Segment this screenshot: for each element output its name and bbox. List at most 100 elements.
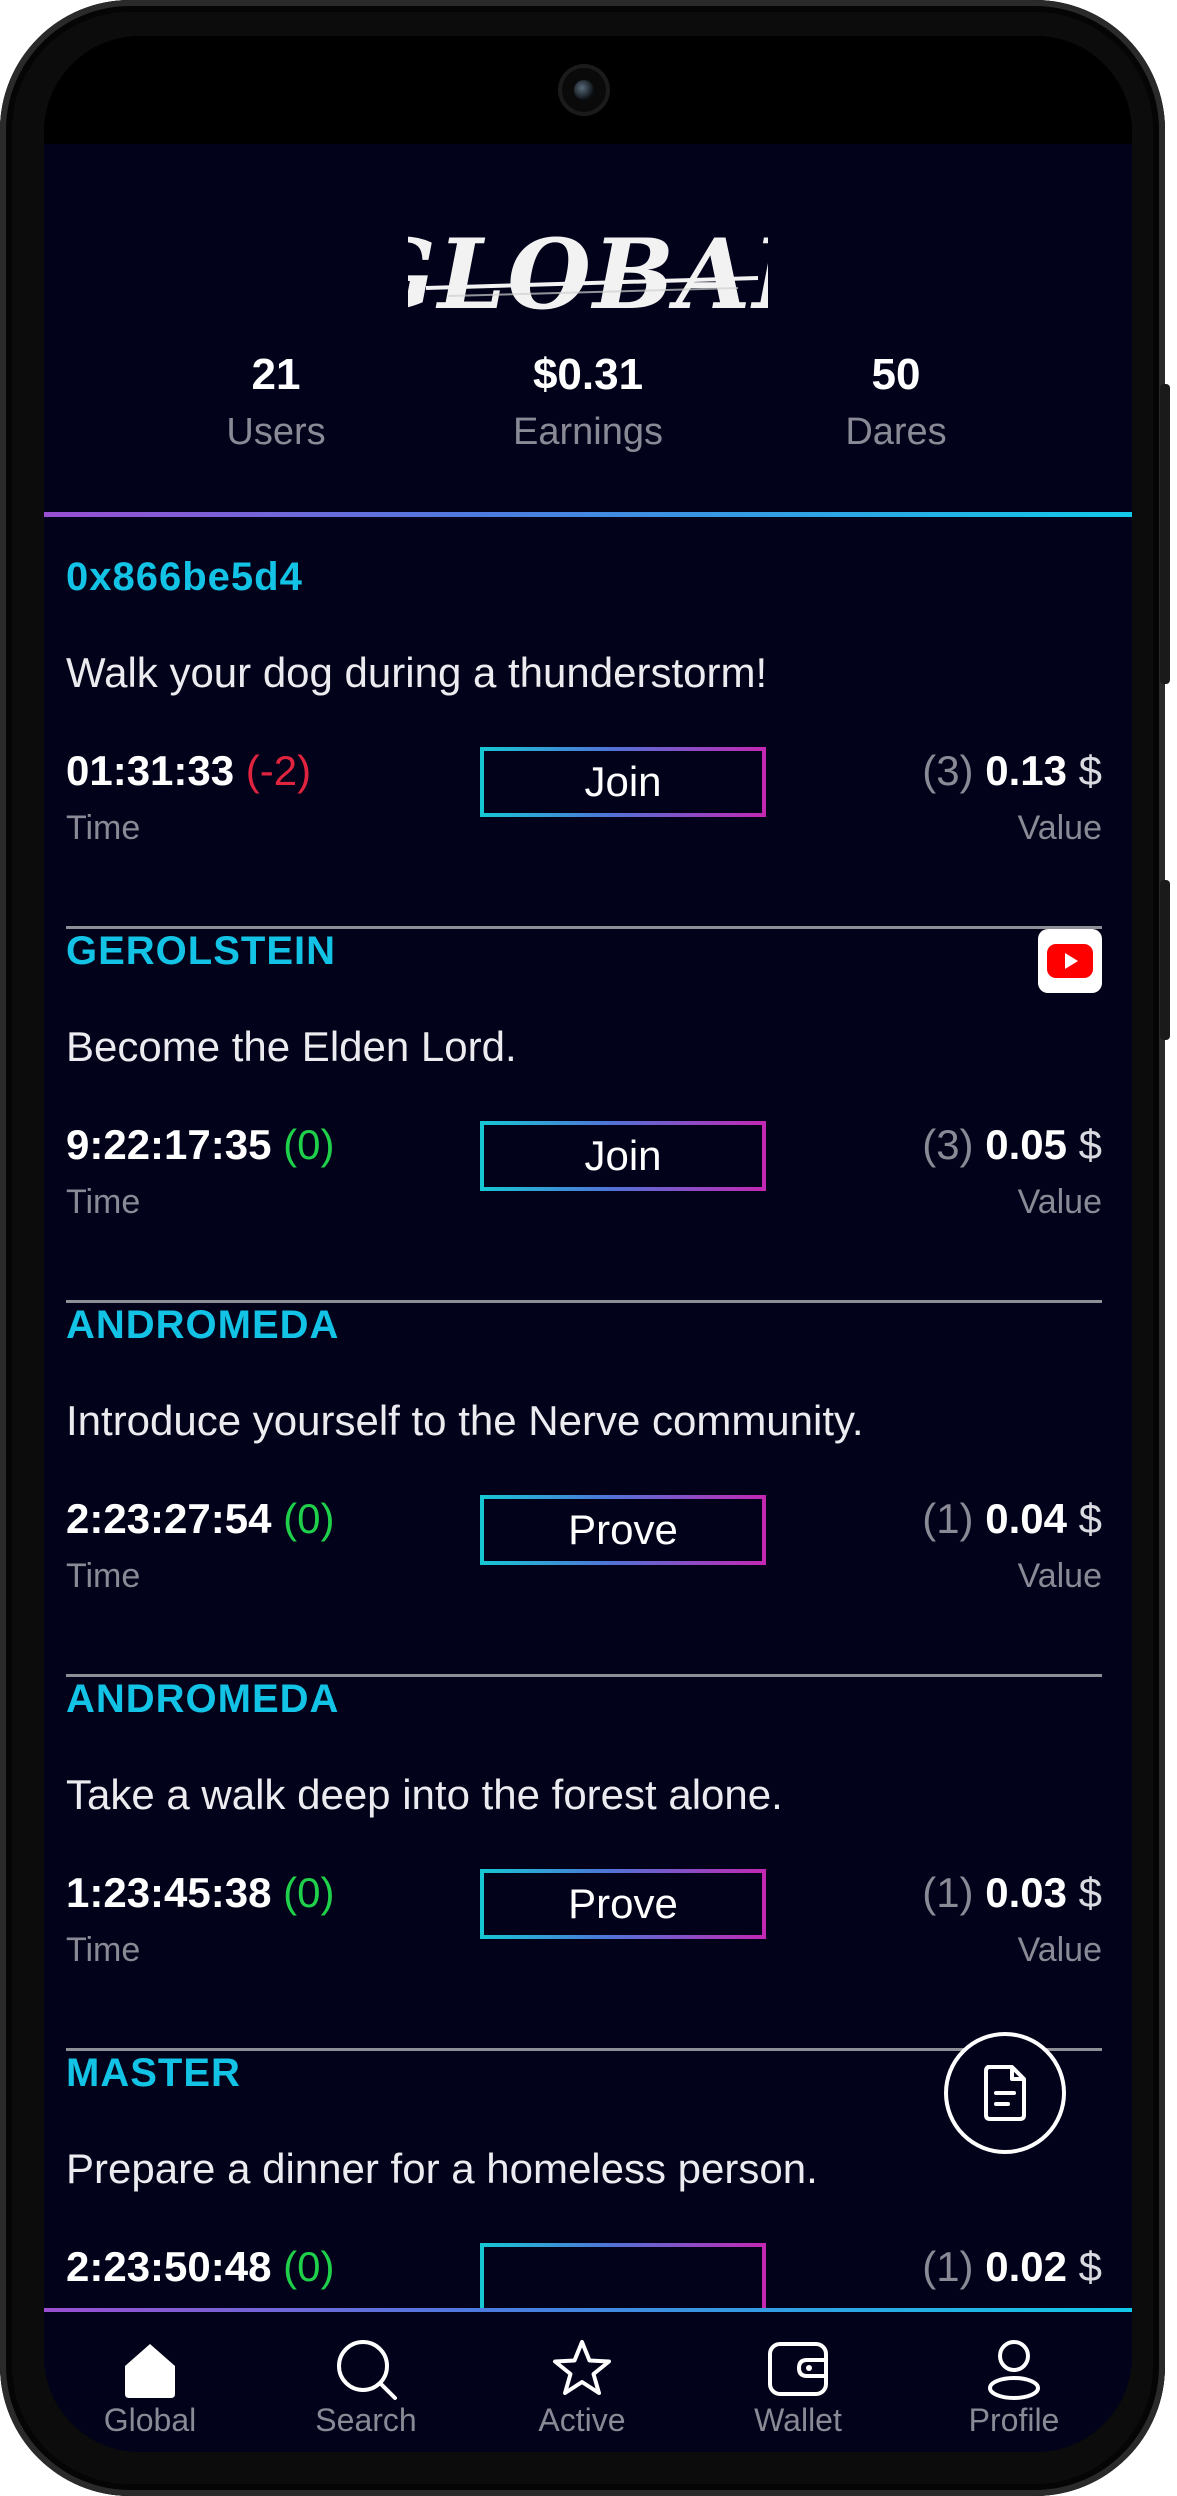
dare-username[interactable]: ANDROMEDA bbox=[66, 1303, 339, 1348]
dare-card[interactable]: ANDROMEDA Take a walk deep into the fore… bbox=[66, 1677, 1102, 2051]
nav-search[interactable]: Search bbox=[286, 2336, 446, 2439]
nav-label: Profile bbox=[968, 2402, 1060, 2438]
time-delta: (0) bbox=[283, 1495, 335, 1542]
dare-text: Prepare a dinner for a homeless person. bbox=[66, 2145, 818, 2192]
stat-label: Users bbox=[226, 411, 326, 453]
stat-value: $0.31 bbox=[532, 350, 644, 399]
value-amount: 0.04 bbox=[985, 1495, 1067, 1542]
value-label: Value bbox=[1017, 1183, 1102, 1221]
wallet-icon bbox=[768, 2342, 828, 2396]
button-label: Prove bbox=[484, 1873, 762, 1935]
nav-label: Search bbox=[315, 2402, 417, 2438]
bottom-navigation: Global Search Active Wallet Profile bbox=[44, 2312, 1132, 2452]
currency-symbol: $ bbox=[1078, 747, 1102, 794]
phone-frame: GLOBAL 21 Users $0.31 Earnings 50 Dares bbox=[0, 0, 1170, 2496]
stat-label: Earnings bbox=[513, 411, 663, 453]
dare-username[interactable]: GEROLSTEIN bbox=[66, 929, 336, 974]
value-amount: 0.05 bbox=[985, 1121, 1067, 1168]
time-delta: (0) bbox=[283, 2243, 335, 2290]
dare-time: 2:23:27:54 (0) bbox=[66, 1495, 334, 1543]
time-delta: (0) bbox=[283, 1121, 335, 1168]
value-amount: 0.03 bbox=[985, 1869, 1067, 1916]
value-label: Value bbox=[1017, 809, 1102, 847]
dare-card[interactable]: GEROLSTEIN Become the Elden Lord. 9:22:1… bbox=[66, 929, 1102, 1303]
nav-label: Global bbox=[103, 2402, 197, 2438]
button-label bbox=[484, 2247, 762, 2309]
dare-time: 1:23:45:38 (0) bbox=[66, 1869, 334, 1917]
nav-profile[interactable]: Profile bbox=[934, 2336, 1094, 2439]
dare-value: (3) 0.05 $ bbox=[922, 1121, 1102, 1169]
time-label: Time bbox=[66, 1183, 141, 1221]
create-dare-button[interactable] bbox=[944, 2032, 1066, 2154]
dare-time: 9:22:17:35 (0) bbox=[66, 1121, 334, 1169]
volume-button bbox=[1160, 880, 1170, 1040]
dare-value: (1) 0.02 $ bbox=[922, 2243, 1102, 2291]
time-label: Time bbox=[66, 1931, 141, 1969]
dare-text: Become the Elden Lord. bbox=[66, 1023, 517, 1070]
join-button[interactable]: Join bbox=[480, 1121, 766, 1191]
status-bar bbox=[44, 36, 1132, 144]
button-label: Join bbox=[484, 1125, 762, 1187]
dare-time: 2:23:50:48 (0) bbox=[66, 2243, 334, 2291]
app-logo: GLOBAL bbox=[354, 196, 820, 346]
nav-active[interactable]: Active bbox=[502, 2336, 662, 2439]
star-icon bbox=[553, 2340, 611, 2395]
value-amount: 0.02 bbox=[985, 2243, 1067, 2290]
time-value: 01:31:33 bbox=[66, 747, 235, 794]
dare-action-button[interactable] bbox=[480, 2243, 766, 2313]
search-icon bbox=[337, 2340, 397, 2400]
nav-label: Wallet bbox=[754, 2402, 842, 2438]
dare-username[interactable]: MASTER bbox=[66, 2051, 241, 2096]
screen: GLOBAL 21 Users $0.31 Earnings 50 Dares bbox=[44, 36, 1132, 2452]
dare-username[interactable]: 0x866be5d4 bbox=[66, 555, 303, 600]
power-button bbox=[1160, 384, 1170, 684]
dare-time: 01:31:33 (-2) bbox=[66, 747, 311, 795]
youtube-icon[interactable] bbox=[1038, 929, 1102, 993]
home-icon bbox=[125, 2344, 175, 2398]
prove-button[interactable]: Prove bbox=[480, 1869, 766, 1939]
stat-value: 50 bbox=[871, 350, 921, 399]
value-label: Value bbox=[1017, 1557, 1102, 1595]
stat-earnings: $0.31 Earnings bbox=[438, 348, 738, 462]
participant-count: (1) bbox=[922, 1869, 974, 1916]
value-label: Value bbox=[1017, 1931, 1102, 1969]
currency-symbol: $ bbox=[1078, 1495, 1102, 1542]
dare-card[interactable]: ANDROMEDA Introduce yourself to the Nerv… bbox=[66, 1303, 1102, 1677]
document-icon bbox=[984, 2065, 1026, 2121]
currency-symbol: $ bbox=[1078, 1121, 1102, 1168]
time-label: Time bbox=[66, 809, 141, 847]
dare-card[interactable]: 0x866be5d4 Walk your dog during a thunde… bbox=[66, 555, 1102, 929]
stat-dares: 50 Dares bbox=[746, 348, 1046, 462]
participant-count: (1) bbox=[922, 2243, 974, 2290]
nav-wallet[interactable]: Wallet bbox=[718, 2336, 878, 2439]
nav-label: Active bbox=[538, 2402, 626, 2438]
time-value: 2:23:27:54 bbox=[66, 1495, 272, 1542]
stat-users: 21 Users bbox=[126, 348, 426, 462]
currency-symbol: $ bbox=[1078, 2243, 1102, 2290]
participant-count: (1) bbox=[922, 1495, 974, 1542]
camera-icon bbox=[558, 64, 610, 116]
dare-text: Introduce yourself to the Nerve communit… bbox=[66, 1397, 864, 1444]
participant-count: (3) bbox=[922, 1121, 974, 1168]
time-value: 9:22:17:35 bbox=[66, 1121, 272, 1168]
prove-button[interactable]: Prove bbox=[480, 1495, 766, 1565]
dare-text: Walk your dog during a thunderstorm! bbox=[66, 649, 768, 696]
button-label: Join bbox=[484, 751, 762, 813]
stat-label: Dares bbox=[845, 411, 947, 453]
stat-value: 21 bbox=[251, 350, 301, 399]
nav-global[interactable]: Global bbox=[70, 2336, 230, 2439]
currency-symbol: $ bbox=[1078, 1869, 1102, 1916]
value-amount: 0.13 bbox=[985, 747, 1067, 794]
dare-value: (1) 0.04 $ bbox=[922, 1495, 1102, 1543]
join-button[interactable]: Join bbox=[480, 747, 766, 817]
time-delta: (-2) bbox=[245, 747, 312, 794]
user-icon bbox=[988, 2340, 1040, 2400]
dare-value: (3) 0.13 $ bbox=[922, 747, 1102, 795]
dare-value: (1) 0.03 $ bbox=[922, 1869, 1102, 1917]
time-value: 1:23:45:38 bbox=[66, 1869, 272, 1916]
time-value: 2:23:50:48 bbox=[66, 2243, 272, 2290]
participant-count: (3) bbox=[922, 747, 974, 794]
dare-username[interactable]: ANDROMEDA bbox=[66, 1677, 339, 1722]
time-label: Time bbox=[66, 1557, 141, 1595]
time-delta: (0) bbox=[283, 1869, 335, 1916]
